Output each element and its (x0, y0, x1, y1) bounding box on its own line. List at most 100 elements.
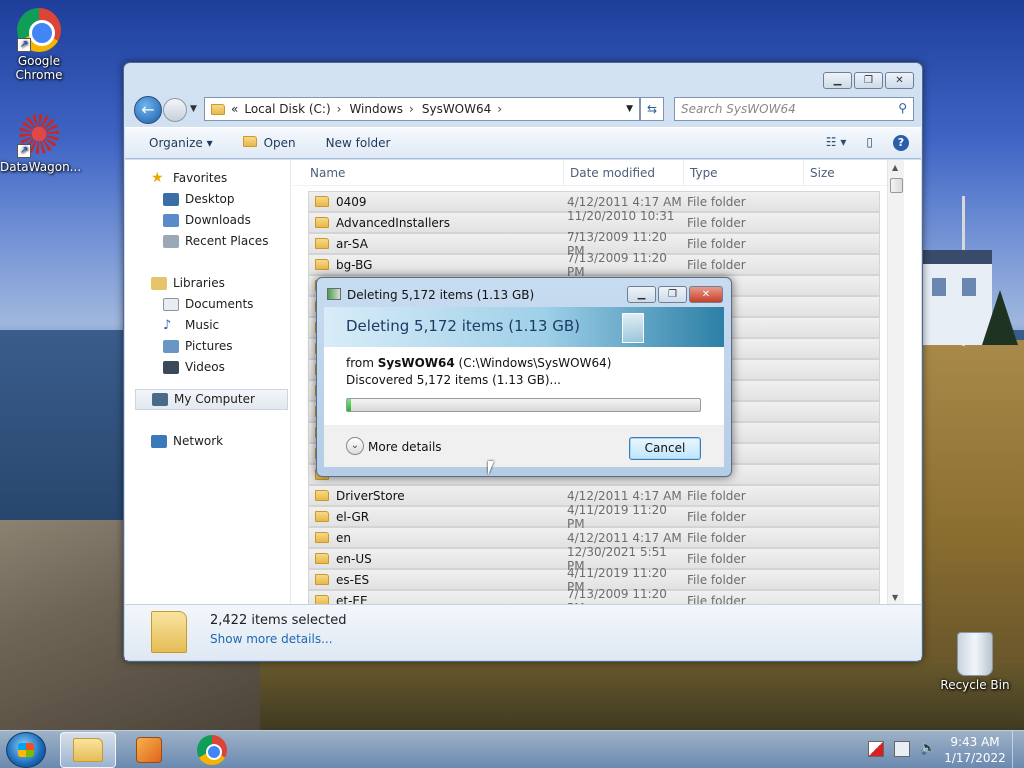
taskbar-explorer-button[interactable] (60, 732, 116, 768)
cancel-button[interactable]: Cancel (629, 437, 701, 460)
nav-recent-places[interactable]: Recent Places (125, 231, 290, 252)
folder-icon (315, 553, 329, 564)
nav-favorites[interactable]: ★ Favorites (125, 168, 290, 189)
minimize-button[interactable]: ▁ (823, 72, 852, 89)
column-headers: Name Date modified Type Size (292, 160, 904, 186)
nav-label: Network (173, 434, 224, 448)
forward-button[interactable] (163, 98, 187, 122)
desktop-icon-datawagon[interactable]: ↗ DataWagon... (0, 114, 81, 174)
breadcrumb-windows[interactable]: Windows (349, 102, 403, 116)
desktop-icon-recycle-bin[interactable]: Recycle Bin (936, 632, 1014, 692)
row-name-cell: bg-BG (309, 258, 567, 272)
nav-label: Pictures (185, 339, 233, 353)
nav-videos[interactable]: Videos (125, 357, 290, 378)
selection-folder-icon (151, 611, 187, 653)
dialog-heading: Deleting 5,172 items (1.13 GB) (346, 317, 580, 335)
scroll-up-icon[interactable]: ▲ (892, 163, 898, 172)
volume-icon[interactable]: 🔈 (920, 741, 936, 757)
column-header-name[interactable]: Name (292, 160, 564, 185)
scroll-thumb[interactable] (890, 178, 903, 193)
table-row[interactable]: et-EE 7/13/2009 11:20 PM File folder (308, 587, 880, 604)
row-type: File folder (687, 551, 746, 566)
nav-label: Documents (185, 297, 254, 311)
action-center-icon[interactable] (868, 741, 884, 757)
preview-pane-icon[interactable]: ▯ (866, 135, 873, 151)
back-button[interactable]: ← (134, 96, 162, 124)
recycle-bin-icon (957, 632, 993, 676)
progress-fill (347, 399, 351, 411)
table-row[interactable]: bg-BG 7/13/2009 11:20 PM File folder (308, 251, 880, 279)
search-input[interactable]: Search SysWOW64 ⚲ (674, 97, 914, 121)
open-button[interactable]: Open (242, 136, 296, 150)
vertical-scrollbar[interactable]: ▲ ▼ (887, 160, 904, 604)
explorer-icon (73, 738, 103, 762)
search-placeholder: Search SysWOW64 (681, 102, 796, 116)
chevron-right-icon[interactable]: › (497, 102, 502, 116)
nav-libraries[interactable]: Libraries (125, 273, 290, 294)
dialog-title: Deleting 5,172 items (1.13 GB) (347, 288, 535, 302)
nav-music[interactable]: ♪ Music (125, 315, 290, 336)
wallpaper-tree (982, 290, 1018, 345)
start-button[interactable] (6, 732, 46, 768)
view-options-icon[interactable]: ☷ ▾ (826, 135, 847, 151)
row-name-cell: DriverStore (309, 489, 567, 503)
dialog-minimize-button[interactable]: ▁ (627, 286, 656, 303)
maximize-button[interactable]: ❐ (854, 72, 883, 89)
star-icon: ★ (151, 170, 164, 186)
chevron-right-icon[interactable]: › (337, 102, 342, 116)
address-dropdown-icon[interactable]: ▼ (626, 104, 633, 114)
taskbar: 🔈 9:43 AM 1/17/2022 (0, 730, 1024, 768)
column-header-size[interactable]: Size (804, 160, 884, 185)
new-folder-button[interactable]: New folder (326, 136, 391, 150)
column-header-date[interactable]: Date modified (564, 160, 684, 185)
chrome-icon (197, 735, 227, 765)
row-name: el-GR (336, 509, 370, 524)
nav-downloads[interactable]: Downloads (125, 210, 290, 231)
nav-label: Downloads (185, 213, 251, 227)
dialog-close-button[interactable]: ✕ (689, 286, 723, 303)
nav-documents[interactable]: Documents (125, 294, 290, 315)
close-button[interactable]: ✕ (885, 72, 914, 89)
taskbar-chrome-button[interactable] (184, 732, 240, 768)
dialog-maximize-button[interactable]: ❐ (658, 286, 687, 303)
desktop-icon-google-chrome[interactable]: ↗ Google Chrome (0, 8, 78, 82)
clock-time: 9:43 AM (950, 735, 1000, 749)
taskbar-media-player-button[interactable] (121, 732, 177, 768)
network-icon (151, 435, 167, 448)
from-prefix: from (346, 356, 378, 370)
breadcrumb-local-disk[interactable]: Local Disk (C:) (244, 102, 330, 116)
folder-icon (315, 511, 329, 522)
row-name: en (336, 530, 351, 545)
open-folder-icon (242, 136, 257, 147)
row-type: File folder (687, 509, 746, 524)
breadcrumb-syswow64[interactable]: SysWOW64 (422, 102, 491, 116)
breadcrumb[interactable]: « Local Disk (C:) › Windows › SysWOW64 › ▼ (204, 97, 640, 121)
shortcut-arrow-icon: ↗ (17, 38, 31, 52)
chevron-right-icon[interactable]: › (409, 102, 414, 116)
nav-network[interactable]: Network (125, 431, 290, 452)
show-more-details-link[interactable]: Show more details... (210, 632, 333, 646)
organize-button[interactable]: Organize ▾ (149, 136, 213, 150)
chevron-down-icon[interactable]: ⌄ (346, 437, 364, 455)
nav-label: Videos (185, 360, 225, 374)
clock[interactable]: 9:43 AM 1/17/2022 (940, 734, 1010, 766)
row-type: File folder (687, 572, 746, 587)
help-icon[interactable]: ? (893, 135, 909, 151)
show-desktop-button[interactable] (1012, 731, 1024, 768)
search-icon[interactable]: ⚲ (898, 101, 907, 115)
row-name: bg-BG (336, 257, 373, 272)
breadcrumb-overflow[interactable]: « (231, 102, 238, 116)
more-details-toggle[interactable]: More details (368, 440, 442, 454)
nav-pictures[interactable]: Pictures (125, 336, 290, 357)
selected-count: 2,422 items selected (210, 613, 347, 628)
column-header-type[interactable]: Type (684, 160, 804, 185)
refresh-icon[interactable]: ⇆ (640, 97, 664, 121)
table-row[interactable]: el-GR 4/11/2019 11:20 PM File folder (308, 503, 880, 531)
network-tray-icon[interactable] (894, 741, 910, 757)
command-bar: Organize ▾ Open New folder ☷ ▾ ▯ ? (125, 127, 921, 159)
recent-pages-dropdown[interactable]: ▼ (190, 104, 197, 114)
folder-icon (315, 196, 329, 207)
nav-my-computer[interactable]: My Computer (135, 389, 288, 410)
scroll-down-icon[interactable]: ▼ (892, 593, 898, 602)
nav-desktop[interactable]: Desktop (125, 189, 290, 210)
